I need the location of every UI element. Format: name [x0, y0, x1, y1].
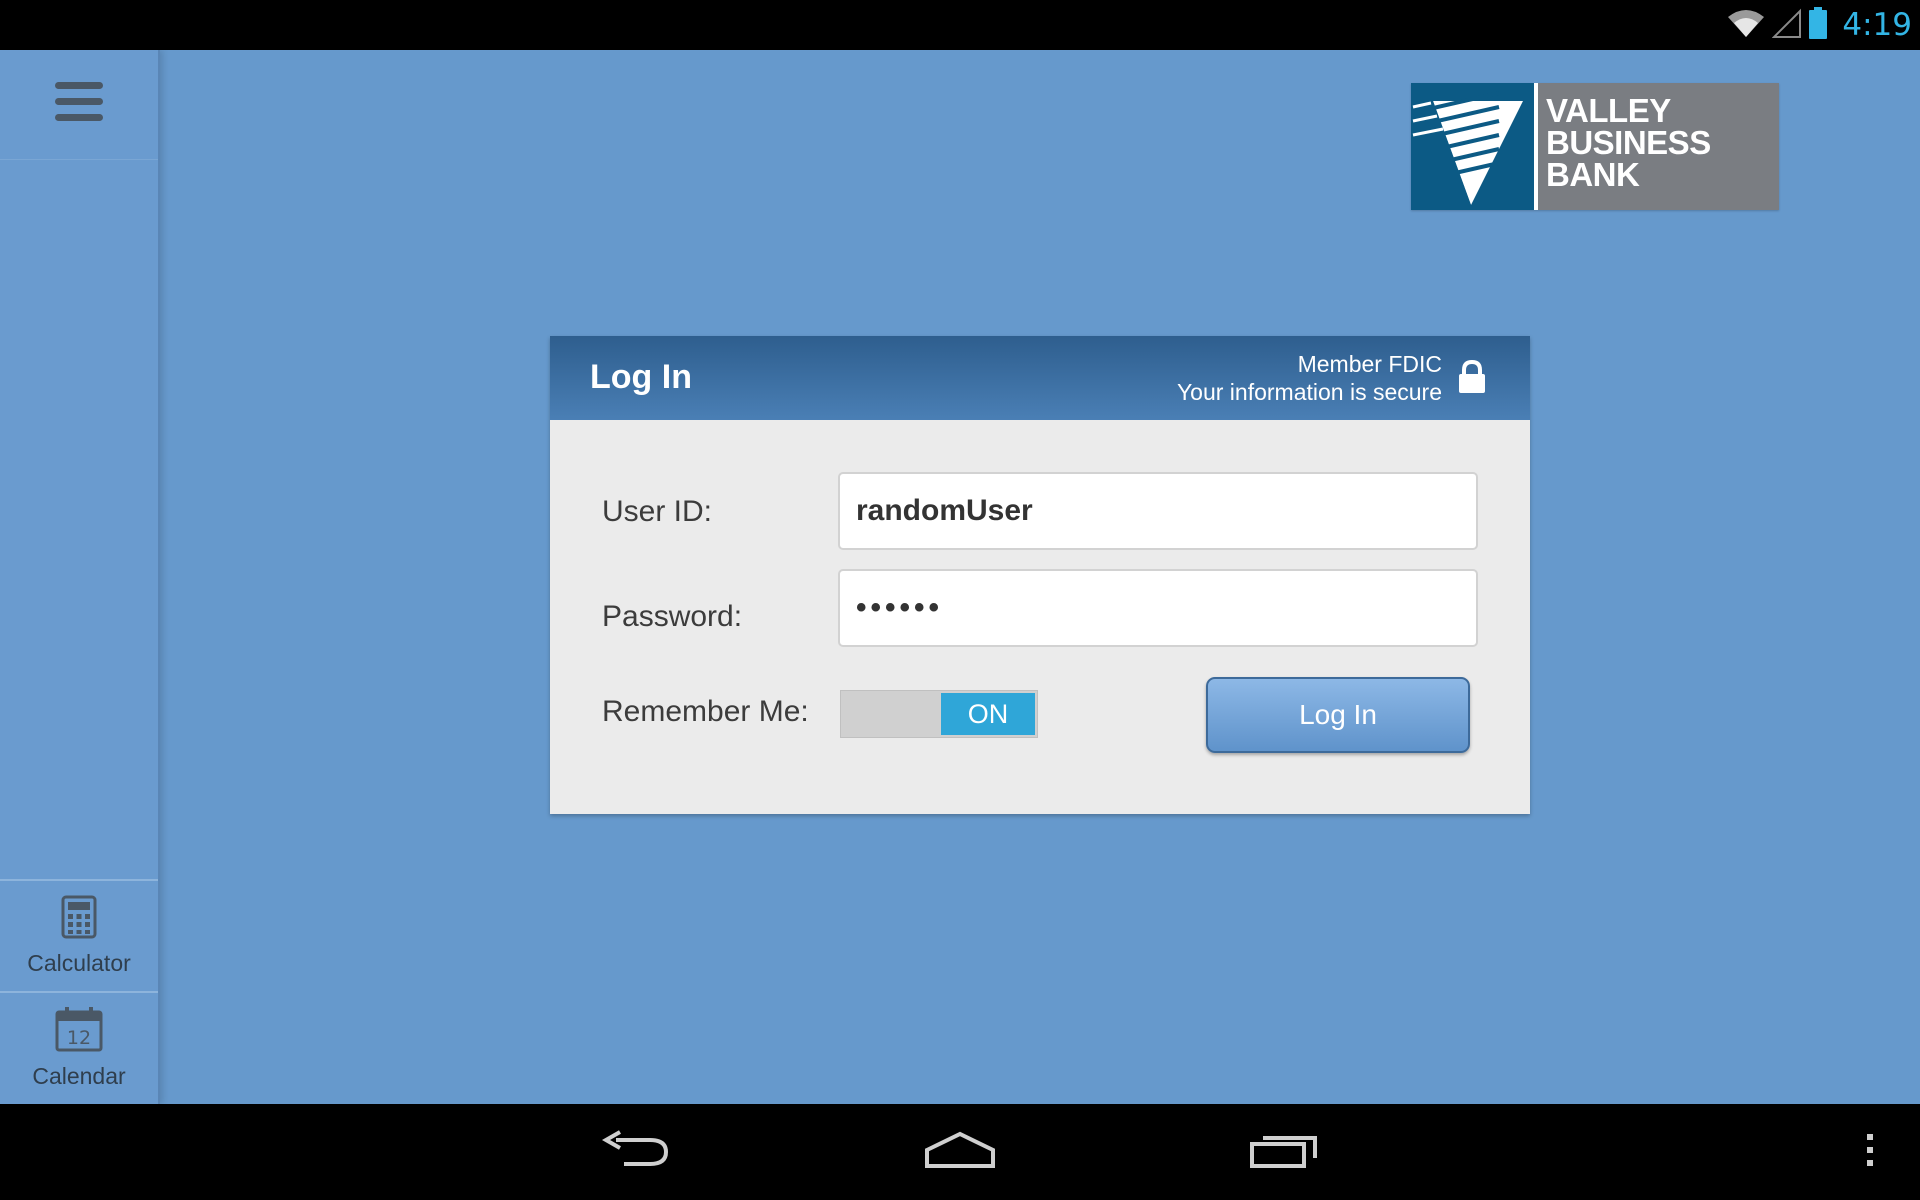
toggle-state: ON	[941, 693, 1035, 735]
login-panel: Log In Member FDIC Your information is s…	[550, 336, 1530, 814]
login-title: Log In	[590, 358, 692, 396]
logo-text: VALLEY BUSINESS BANK	[1538, 83, 1779, 210]
wifi-icon	[1726, 7, 1766, 44]
signal-icon	[1771, 7, 1802, 44]
logo-line: BANK	[1546, 156, 1640, 193]
secure-info-text: Your information is secure	[1176, 379, 1442, 405]
hamburger-menu-icon	[53, 80, 105, 129]
security-notice: Member FDIC Your information is secure	[1177, 350, 1442, 406]
member-fdic-text: Member FDIC	[1297, 351, 1442, 377]
lock-icon	[1458, 359, 1486, 399]
overflow-menu-icon	[1864, 1130, 1876, 1175]
home-icon	[923, 1130, 997, 1175]
menu-button[interactable]	[0, 50, 158, 160]
calendar-icon-text: 12	[67, 1027, 91, 1049]
remember-me-label: Remember Me:	[602, 695, 809, 728]
calendar-icon: 12	[55, 1006, 103, 1057]
navigation-bar	[0, 1104, 1920, 1200]
sidebar-item-calculator[interactable]: Calculator	[0, 879, 158, 991]
sidebar-item-label: Calculator	[27, 950, 131, 976]
status-icons: 4:19	[1726, 0, 1912, 50]
logo-mark	[1410, 83, 1538, 210]
sidebar-item-label: Calendar	[32, 1063, 126, 1089]
home-button[interactable]	[915, 1104, 1005, 1200]
login-panel-header: Log In Member FDIC Your information is s…	[550, 336, 1530, 420]
sidebar-item-calendar[interactable]: 12 Calendar	[0, 991, 158, 1103]
overflow-menu-button[interactable]	[1850, 1104, 1890, 1200]
bank-logo: VALLEY BUSINESS BANK	[1410, 83, 1779, 210]
remember-me-toggle[interactable]: ON	[840, 690, 1038, 738]
user-id-input[interactable]: randomUser	[838, 472, 1478, 550]
back-button[interactable]	[590, 1104, 680, 1200]
recent-apps-button[interactable]	[1240, 1104, 1330, 1200]
battery-icon	[1808, 6, 1828, 45]
calculator-icon	[61, 895, 97, 944]
status-time: 4:19	[1842, 7, 1912, 43]
logo-line: BUSINESS	[1546, 124, 1711, 161]
recent-apps-icon	[1249, 1130, 1321, 1175]
password-input[interactable]: ••••••	[838, 569, 1478, 647]
user-id-label: User ID:	[602, 495, 713, 528]
logo-line: VALLEY	[1546, 92, 1671, 129]
login-button[interactable]: Log In	[1206, 677, 1470, 753]
back-icon	[600, 1129, 670, 1175]
sidebar: Calculator 12 Calendar	[0, 50, 160, 1104]
password-label: Password:	[602, 600, 743, 633]
status-bar: 4:19	[0, 0, 1920, 50]
